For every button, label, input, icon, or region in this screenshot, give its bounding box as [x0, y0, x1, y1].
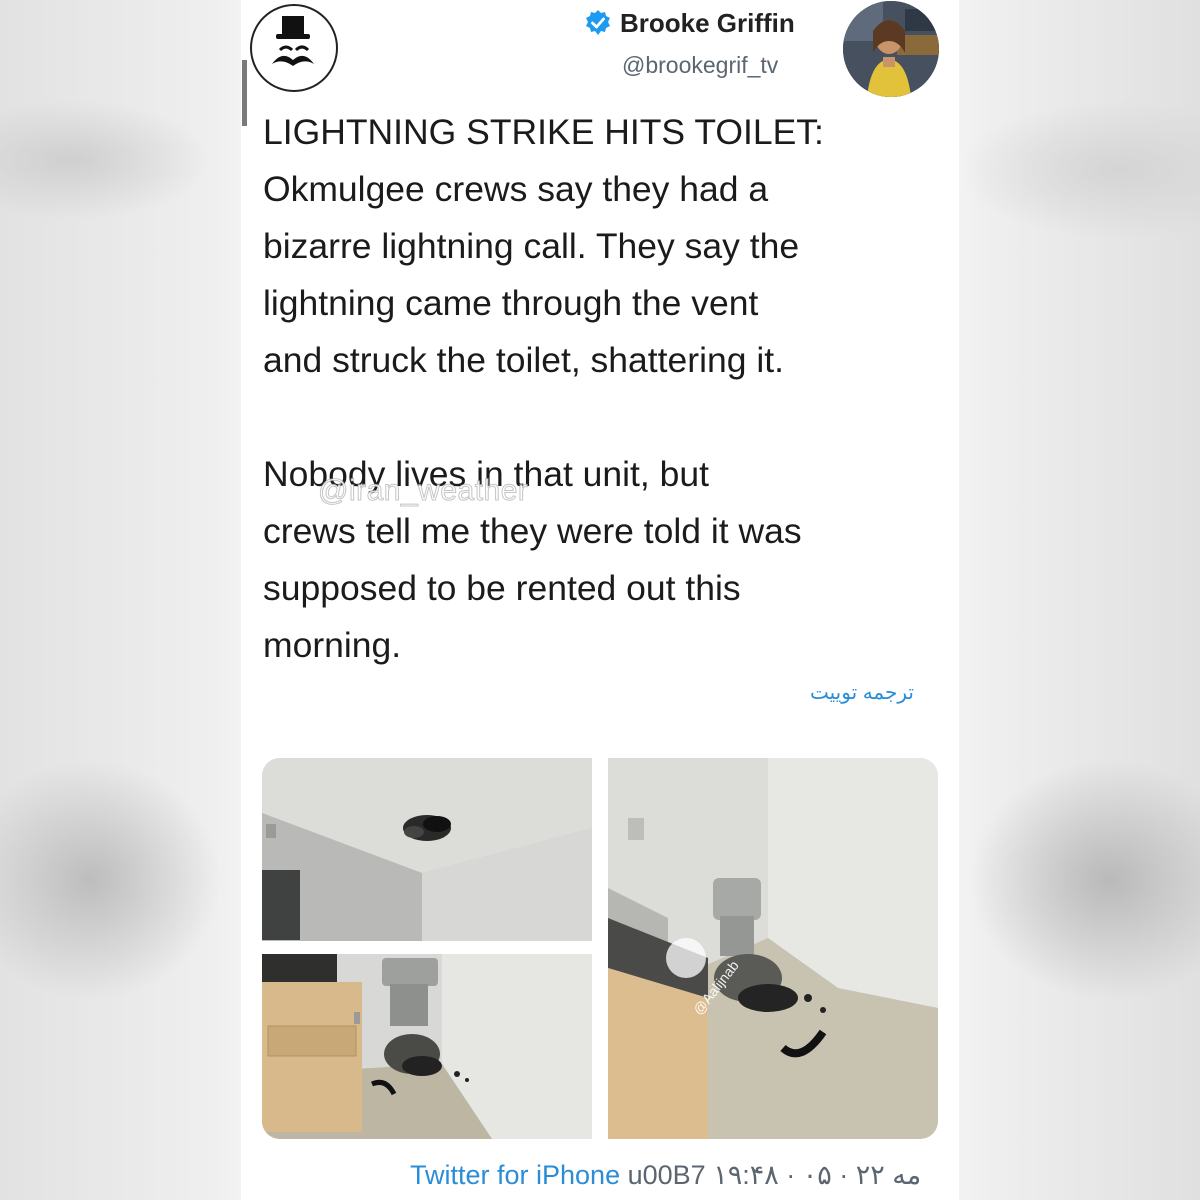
tweet-text: LIGHTNING STRIKE HITS TOILET: Okmulgee c… — [263, 112, 824, 665]
author-handle[interactable]: @brookegrif_tv — [622, 52, 778, 79]
footer-separator: u00B7 — [627, 1160, 706, 1190]
author-name-row[interactable]: Brooke Griffin — [584, 6, 795, 40]
hat-mustache-logo-icon — [250, 4, 338, 92]
photo-shattered-toilet-wide[interactable] — [262, 954, 592, 1139]
tweet-source-link[interactable]: Twitter for iPhone — [410, 1160, 620, 1190]
tweet-date: ۱۹:۴۸ · ۰۵ · مه ۲۲ — [713, 1160, 922, 1190]
photo-ceiling-scorch[interactable] — [262, 758, 592, 941]
verified-badge-icon — [586, 10, 610, 35]
avatar[interactable] — [843, 1, 939, 97]
text-watermark: @iran_weather — [317, 474, 529, 508]
tweet-footer: Twitter for iPhone u00B7 ۱۹:۴۸ · ۰۵ · مه… — [410, 1160, 921, 1191]
tweet-media-grid[interactable]: @Aalijnab — [262, 758, 938, 1139]
translate-tweet-link[interactable]: ترجمه توییت — [810, 680, 914, 705]
author-name[interactable]: Brooke Griffin — [620, 8, 795, 39]
scroll-indicator — [242, 60, 247, 126]
photo-shattered-toilet-closeup[interactable]: @Aalijnab — [608, 758, 938, 1139]
